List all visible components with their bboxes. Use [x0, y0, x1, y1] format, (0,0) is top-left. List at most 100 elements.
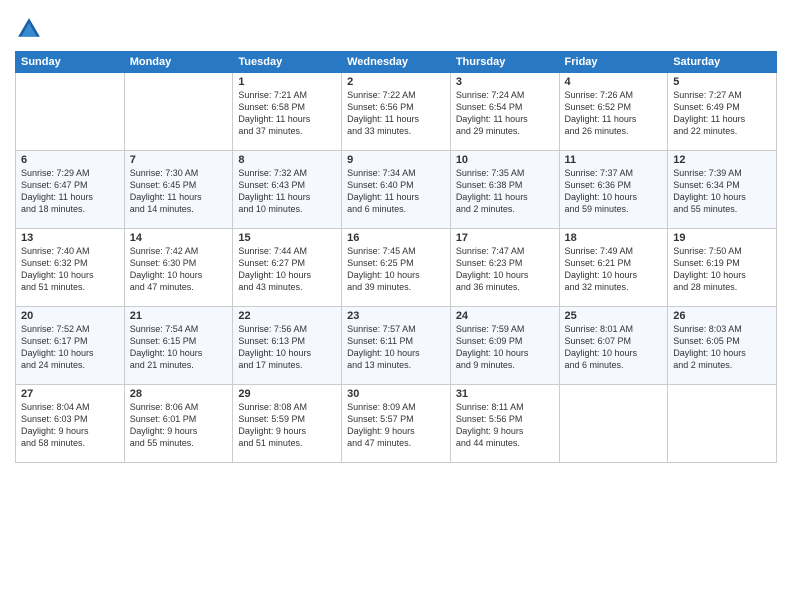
day-number: 30	[347, 388, 445, 400]
logo-icon	[15, 15, 43, 43]
day-cell: 14Sunrise: 7:42 AM Sunset: 6:30 PM Dayli…	[124, 229, 233, 307]
day-cell: 25Sunrise: 8:01 AM Sunset: 6:07 PM Dayli…	[559, 307, 668, 385]
day-cell: 1Sunrise: 7:21 AM Sunset: 6:58 PM Daylig…	[233, 73, 342, 151]
day-number: 4	[565, 76, 663, 88]
day-cell: 11Sunrise: 7:37 AM Sunset: 6:36 PM Dayli…	[559, 151, 668, 229]
day-cell: 20Sunrise: 7:52 AM Sunset: 6:17 PM Dayli…	[16, 307, 125, 385]
calendar-table: SundayMondayTuesdayWednesdayThursdayFrid…	[15, 51, 777, 463]
day-details: Sunrise: 7:52 AM Sunset: 6:17 PM Dayligh…	[21, 323, 119, 372]
day-cell: 10Sunrise: 7:35 AM Sunset: 6:38 PM Dayli…	[450, 151, 559, 229]
day-details: Sunrise: 7:35 AM Sunset: 6:38 PM Dayligh…	[456, 167, 554, 216]
day-number: 13	[21, 232, 119, 244]
day-number: 18	[565, 232, 663, 244]
day-number: 11	[565, 154, 663, 166]
week-row-5: 27Sunrise: 8:04 AM Sunset: 6:03 PM Dayli…	[16, 385, 777, 463]
day-details: Sunrise: 8:03 AM Sunset: 6:05 PM Dayligh…	[673, 323, 771, 372]
day-cell: 15Sunrise: 7:44 AM Sunset: 6:27 PM Dayli…	[233, 229, 342, 307]
day-number: 6	[21, 154, 119, 166]
day-number: 9	[347, 154, 445, 166]
week-row-2: 6Sunrise: 7:29 AM Sunset: 6:47 PM Daylig…	[16, 151, 777, 229]
day-number: 24	[456, 310, 554, 322]
day-number: 22	[238, 310, 336, 322]
day-details: Sunrise: 7:21 AM Sunset: 6:58 PM Dayligh…	[238, 89, 336, 138]
day-details: Sunrise: 7:49 AM Sunset: 6:21 PM Dayligh…	[565, 245, 663, 294]
day-cell: 7Sunrise: 7:30 AM Sunset: 6:45 PM Daylig…	[124, 151, 233, 229]
day-number: 5	[673, 76, 771, 88]
day-details: Sunrise: 8:06 AM Sunset: 6:01 PM Dayligh…	[130, 401, 228, 450]
day-details: Sunrise: 7:34 AM Sunset: 6:40 PM Dayligh…	[347, 167, 445, 216]
week-row-4: 20Sunrise: 7:52 AM Sunset: 6:17 PM Dayli…	[16, 307, 777, 385]
day-cell: 31Sunrise: 8:11 AM Sunset: 5:56 PM Dayli…	[450, 385, 559, 463]
day-details: Sunrise: 7:56 AM Sunset: 6:13 PM Dayligh…	[238, 323, 336, 372]
day-number: 28	[130, 388, 228, 400]
day-cell: 3Sunrise: 7:24 AM Sunset: 6:54 PM Daylig…	[450, 73, 559, 151]
day-header-saturday: Saturday	[668, 52, 777, 73]
day-number: 25	[565, 310, 663, 322]
day-details: Sunrise: 7:57 AM Sunset: 6:11 PM Dayligh…	[347, 323, 445, 372]
day-details: Sunrise: 8:11 AM Sunset: 5:56 PM Dayligh…	[456, 401, 554, 450]
day-details: Sunrise: 8:04 AM Sunset: 6:03 PM Dayligh…	[21, 401, 119, 450]
day-cell	[668, 385, 777, 463]
day-number: 14	[130, 232, 228, 244]
day-cell: 18Sunrise: 7:49 AM Sunset: 6:21 PM Dayli…	[559, 229, 668, 307]
day-cell: 23Sunrise: 7:57 AM Sunset: 6:11 PM Dayli…	[342, 307, 451, 385]
day-cell: 29Sunrise: 8:08 AM Sunset: 5:59 PM Dayli…	[233, 385, 342, 463]
day-number: 1	[238, 76, 336, 88]
day-number: 27	[21, 388, 119, 400]
day-cell	[559, 385, 668, 463]
day-details: Sunrise: 7:39 AM Sunset: 6:34 PM Dayligh…	[673, 167, 771, 216]
day-header-tuesday: Tuesday	[233, 52, 342, 73]
day-number: 19	[673, 232, 771, 244]
day-header-wednesday: Wednesday	[342, 52, 451, 73]
day-number: 8	[238, 154, 336, 166]
day-details: Sunrise: 7:47 AM Sunset: 6:23 PM Dayligh…	[456, 245, 554, 294]
day-cell: 24Sunrise: 7:59 AM Sunset: 6:09 PM Dayli…	[450, 307, 559, 385]
day-header-friday: Friday	[559, 52, 668, 73]
day-number: 7	[130, 154, 228, 166]
week-row-1: 1Sunrise: 7:21 AM Sunset: 6:58 PM Daylig…	[16, 73, 777, 151]
day-details: Sunrise: 7:40 AM Sunset: 6:32 PM Dayligh…	[21, 245, 119, 294]
day-header-monday: Monday	[124, 52, 233, 73]
day-details: Sunrise: 7:24 AM Sunset: 6:54 PM Dayligh…	[456, 89, 554, 138]
day-cell: 17Sunrise: 7:47 AM Sunset: 6:23 PM Dayli…	[450, 229, 559, 307]
day-number: 15	[238, 232, 336, 244]
day-cell: 16Sunrise: 7:45 AM Sunset: 6:25 PM Dayli…	[342, 229, 451, 307]
header	[15, 10, 777, 43]
week-row-3: 13Sunrise: 7:40 AM Sunset: 6:32 PM Dayli…	[16, 229, 777, 307]
page-container: SundayMondayTuesdayWednesdayThursdayFrid…	[0, 0, 792, 473]
day-cell	[124, 73, 233, 151]
day-details: Sunrise: 7:27 AM Sunset: 6:49 PM Dayligh…	[673, 89, 771, 138]
day-cell: 13Sunrise: 7:40 AM Sunset: 6:32 PM Dayli…	[16, 229, 125, 307]
day-details: Sunrise: 7:44 AM Sunset: 6:27 PM Dayligh…	[238, 245, 336, 294]
day-header-thursday: Thursday	[450, 52, 559, 73]
day-number: 12	[673, 154, 771, 166]
day-cell: 4Sunrise: 7:26 AM Sunset: 6:52 PM Daylig…	[559, 73, 668, 151]
day-number: 21	[130, 310, 228, 322]
day-details: Sunrise: 7:50 AM Sunset: 6:19 PM Dayligh…	[673, 245, 771, 294]
day-number: 10	[456, 154, 554, 166]
day-details: Sunrise: 7:45 AM Sunset: 6:25 PM Dayligh…	[347, 245, 445, 294]
day-cell: 19Sunrise: 7:50 AM Sunset: 6:19 PM Dayli…	[668, 229, 777, 307]
day-number: 31	[456, 388, 554, 400]
day-cell: 8Sunrise: 7:32 AM Sunset: 6:43 PM Daylig…	[233, 151, 342, 229]
day-cell: 12Sunrise: 7:39 AM Sunset: 6:34 PM Dayli…	[668, 151, 777, 229]
day-number: 3	[456, 76, 554, 88]
day-cell: 22Sunrise: 7:56 AM Sunset: 6:13 PM Dayli…	[233, 307, 342, 385]
day-number: 26	[673, 310, 771, 322]
day-header-sunday: Sunday	[16, 52, 125, 73]
day-cell: 28Sunrise: 8:06 AM Sunset: 6:01 PM Dayli…	[124, 385, 233, 463]
day-details: Sunrise: 7:32 AM Sunset: 6:43 PM Dayligh…	[238, 167, 336, 216]
day-cell: 26Sunrise: 8:03 AM Sunset: 6:05 PM Dayli…	[668, 307, 777, 385]
day-cell: 27Sunrise: 8:04 AM Sunset: 6:03 PM Dayli…	[16, 385, 125, 463]
day-details: Sunrise: 7:54 AM Sunset: 6:15 PM Dayligh…	[130, 323, 228, 372]
day-cell: 5Sunrise: 7:27 AM Sunset: 6:49 PM Daylig…	[668, 73, 777, 151]
day-number: 20	[21, 310, 119, 322]
day-cell: 2Sunrise: 7:22 AM Sunset: 6:56 PM Daylig…	[342, 73, 451, 151]
day-details: Sunrise: 8:01 AM Sunset: 6:07 PM Dayligh…	[565, 323, 663, 372]
day-details: Sunrise: 7:59 AM Sunset: 6:09 PM Dayligh…	[456, 323, 554, 372]
day-cell	[16, 73, 125, 151]
day-details: Sunrise: 7:30 AM Sunset: 6:45 PM Dayligh…	[130, 167, 228, 216]
day-details: Sunrise: 7:26 AM Sunset: 6:52 PM Dayligh…	[565, 89, 663, 138]
day-details: Sunrise: 7:37 AM Sunset: 6:36 PM Dayligh…	[565, 167, 663, 216]
day-number: 2	[347, 76, 445, 88]
